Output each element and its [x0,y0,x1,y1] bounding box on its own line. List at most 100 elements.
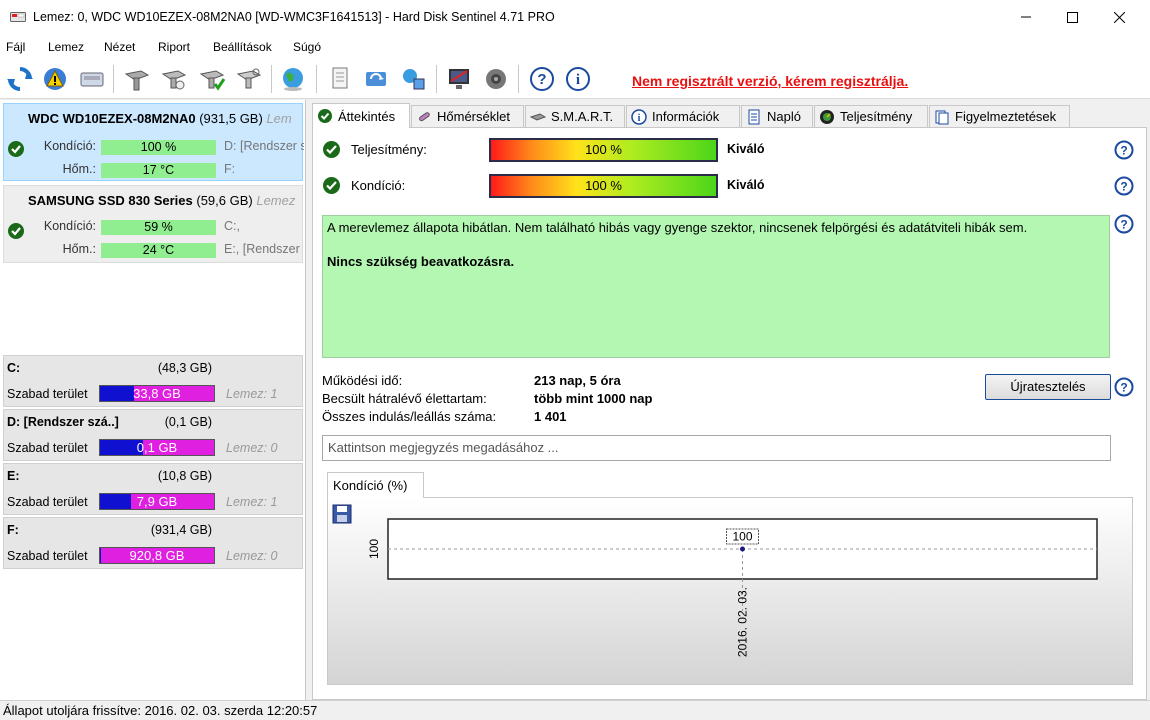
partition-size: (931,4 GB) [150,523,212,537]
network-button[interactable] [398,64,428,94]
hom-label: Hőm.: [62,162,96,176]
condition-chart: 100 100 2016. 02. 03. [367,518,1098,657]
info-icon: i [566,67,590,91]
close-button[interactable] [1096,0,1142,34]
free-space-bar: 33,8 GB [99,385,215,402]
partition-size: (48,3 GB) [157,361,212,375]
retest-button[interactable]: Újratesztelés [985,374,1111,400]
check-icon [317,108,333,124]
help-icon[interactable]: ? [1114,140,1134,160]
free-space-bar: 7,9 GB [99,493,215,510]
help-button[interactable]: ? [527,64,557,94]
partition-disk: Lemez: 1 [226,387,278,401]
disk-search-button[interactable] [234,64,264,94]
tab-naplo[interactable]: Napló [741,105,813,127]
data-label: 100 [732,530,752,544]
disk-tool-icon [124,70,150,91]
surface-test-button[interactable] [122,64,152,94]
gauge-icon [819,109,835,125]
tab-teljesitmeny[interactable]: Teljesítmény [814,105,928,127]
kondicio-value: 100 % [585,178,622,193]
partition-disk: Lemez: 1 [226,495,278,509]
tab-informaciok[interactable]: i Információk [626,105,740,127]
web-button[interactable] [278,64,308,94]
svg-text:i: i [576,72,580,88]
log-icon [746,109,762,125]
hom-label: Hőm.: [62,242,96,256]
menu-bar: Fájl Lemez Nézet Riport Beállítások Súgó [0,34,1150,59]
partition-item-e[interactable]: E: (10,8 GB) Szabad terület 7,9 GB Lemez… [3,463,303,515]
svg-text:?: ? [537,71,546,88]
status-bar-text: Állapot utoljára frissítve: 2016. 02. 03… [3,703,318,718]
comment-input[interactable]: Kattintson megjegyzés megadásához ... [322,435,1111,461]
tab-homerseklet[interactable]: Hőmérséklet [411,105,524,127]
monitor-button[interactable] [444,64,474,94]
smart-icon [530,109,546,125]
help-icon[interactable]: ? [1114,377,1134,397]
disk-test-icon [161,70,187,90]
disk-name: SAMSUNG SSD 830 Series [28,193,193,208]
x-tick-label: 2016. 02. 03. [736,587,750,657]
menu-beallitasok[interactable]: Beállítások [213,40,272,54]
monitor-icon [449,69,469,89]
disk-index-label: Lemez [256,193,296,208]
teljesitmeny-row: Teljesítmény: 100 % Kiváló ? [322,138,1142,162]
network-icon [403,69,425,90]
help-icon[interactable]: ? [1114,214,1134,234]
free-space-label: Szabad terület [7,495,88,509]
disk-volume-2: F: [224,162,236,176]
tab-smart[interactable]: S.M.A.R.T. [525,105,625,127]
free-space-label: Szabad terület [7,441,88,455]
menu-sugo[interactable]: Súgó [293,40,321,54]
disk-item-1[interactable]: SAMSUNG SSD 830 Series (59,6 GB) Lemez K… [3,185,303,263]
teljesitmeny-rating: Kiváló [727,142,765,156]
sync-button[interactable] [361,64,391,94]
partition-item-f[interactable]: F: (931,4 GB) Szabad terület 920,8 GB Le… [3,517,303,569]
startstop-label: Összes indulás/leállás száma: [322,409,497,424]
partition-size: (10,8 GB) [157,469,212,483]
disk-item-0[interactable]: WDC WD10EZEX-08M2NA0 (931,5 GB) Lem Kond… [3,103,304,181]
partition-item-c[interactable]: C: (48,3 GB) Szabad terület 33,8 GB Leme… [3,355,303,407]
data-point [740,546,745,552]
disk-volume-1: D: [Rendszer s [224,139,304,153]
kondicio-value: 100 % [101,140,216,155]
sound-button[interactable] [481,64,511,94]
sync-icon [366,72,386,86]
menu-riport[interactable]: Riport [158,40,190,54]
overview-panel: Teljesítmény: 100 % Kiváló ? Kondíció: 1… [312,127,1147,700]
menu-lemez[interactable]: Lemez [48,40,84,54]
uptime-value: 213 nap, 5 óra [534,373,621,388]
disk-ok-button[interactable] [197,64,227,94]
menu-nezet[interactable]: Nézet [104,40,135,54]
maximize-button[interactable] [1049,0,1095,34]
partition-disk: Lemez: 0 [226,441,278,455]
partition-item-d[interactable]: D: [Rendszer szá..] (0,1 GB) Szabad terü… [3,409,303,461]
report-button[interactable] [325,64,355,94]
kondicio-value: 59 % [101,220,216,235]
disk-name: WDC WD10EZEX-08M2NA0 [28,111,196,126]
menu-file[interactable]: Fájl [6,40,25,54]
refresh-button[interactable] [5,64,35,94]
alert-button[interactable] [40,64,70,94]
minimize-button[interactable] [1003,0,1049,34]
disk-button[interactable] [77,64,107,94]
info-button[interactable]: i [563,64,593,94]
disk-test-button[interactable] [159,64,189,94]
refresh-icon [7,67,33,91]
registration-warning-link[interactable]: Nem regisztrált verzió, kérem regisztrál… [632,73,908,89]
close-icon [1113,11,1125,23]
help-icon[interactable]: ? [1114,176,1134,196]
kondicio-rating: Kiváló [727,178,765,192]
disk-search-icon [236,68,262,89]
tab-attekintes[interactable]: Áttekintés [312,103,410,128]
warning-icon [44,68,66,90]
tab-figyelmeztetesek[interactable]: Figyelmeztetések [929,105,1070,127]
uptime-label: Működési idő: [322,373,403,388]
status-bar: Állapot utoljára frissítve: 2016. 02. 03… [0,700,1150,720]
status-description: A merevlemez állapota hibátlan. Nem talá… [322,215,1110,358]
check-icon [322,176,341,198]
free-space-value: 7,9 GB [136,494,178,509]
chart-tab-kondicio[interactable]: Kondíció (%) [327,472,424,498]
status-text: A merevlemez állapota hibátlan. Nem talá… [327,220,1028,235]
lifetime-label: Becsült hátralévő élettartam: [322,391,487,406]
